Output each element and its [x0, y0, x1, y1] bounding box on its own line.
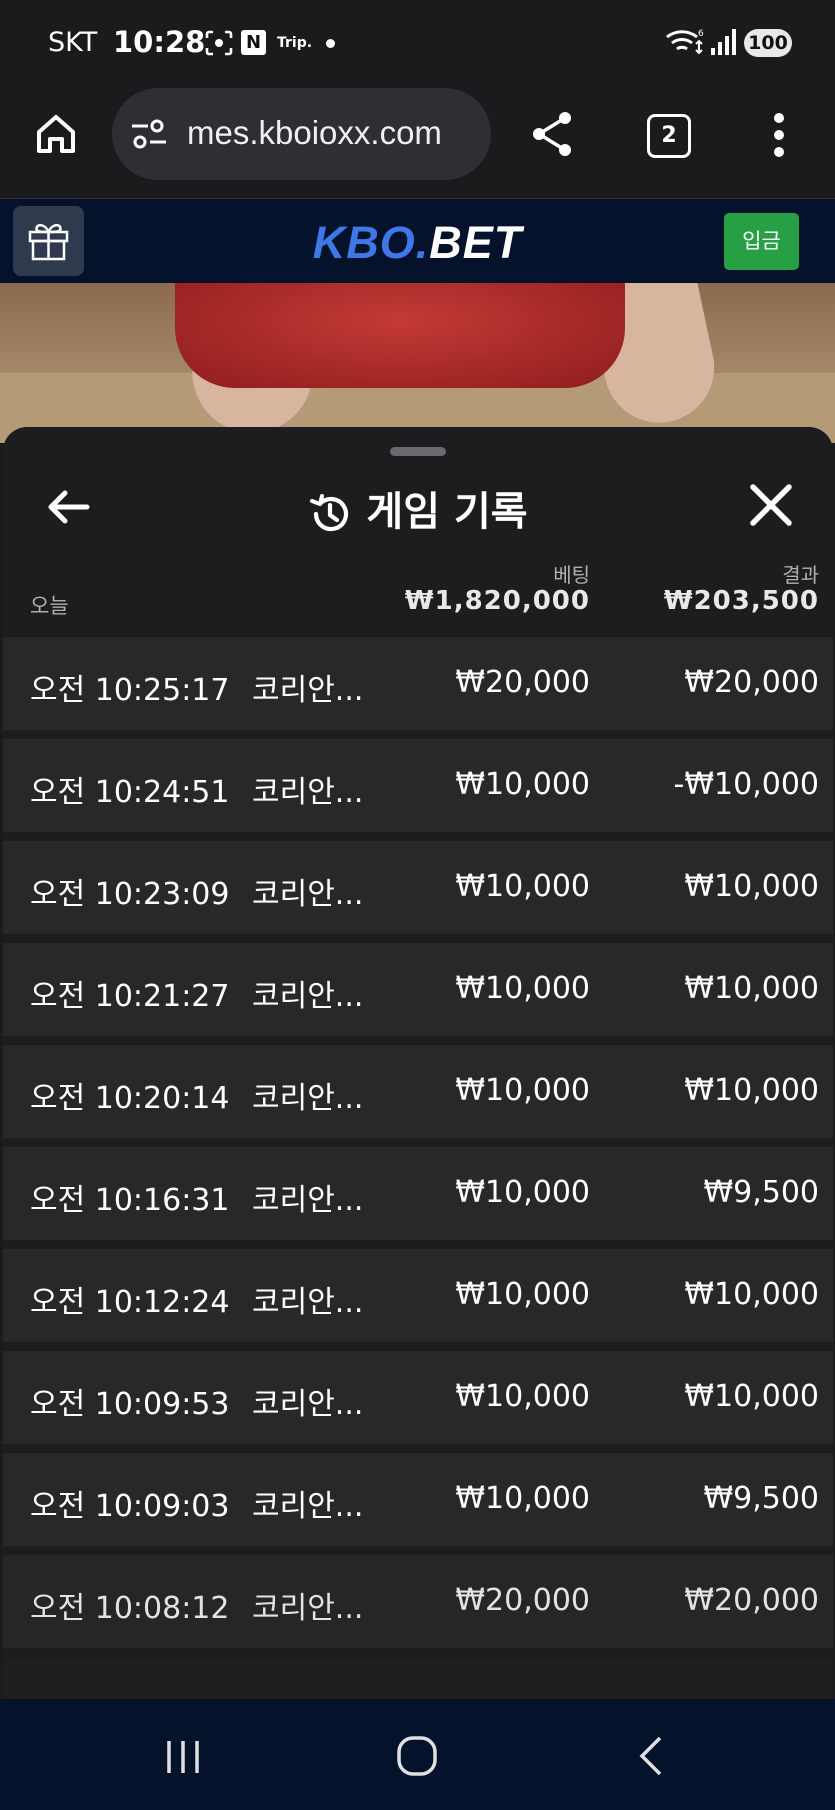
row-result: ₩10,000: [684, 1379, 819, 1414]
row-time: 오전 10:20:14: [30, 1081, 230, 1116]
row-time: 오전 10:23:09: [30, 877, 230, 912]
row-result: ₩10,000: [684, 1277, 819, 1312]
svg-text:6: 6: [698, 29, 704, 39]
row-result: ₩9,500: [703, 1175, 819, 1210]
logo-part-bet: BET: [429, 217, 523, 268]
row-bet: ₩10,000: [455, 971, 590, 1006]
row-bet: ₩10,000: [455, 869, 590, 904]
history-row-partial: [3, 1657, 833, 1699]
game-history-panel: 게임 기록 오늘 베팅 ₩1,820,000 결과 ₩203,500 오전 10…: [3, 427, 833, 1699]
row-bet: ₩10,000: [455, 767, 590, 802]
row-result: ₩20,000: [684, 1583, 819, 1618]
date-group-label: 오늘: [30, 594, 69, 618]
site-logo[interactable]: KBO.BET: [0, 217, 835, 269]
browser-toolbar: mes.kboioxx.com 2: [0, 86, 835, 199]
wifi-icon: 6: [666, 29, 704, 55]
history-row[interactable]: 오전 10:21:27 코리안... ₩10,000 ₩10,000: [3, 943, 833, 1036]
row-bet: ₩20,000: [455, 665, 590, 700]
close-icon[interactable]: [745, 479, 797, 531]
recent-apps-icon[interactable]: [164, 1739, 202, 1775]
row-game: 코리안...: [252, 775, 364, 810]
more-notif-dot-icon: [326, 39, 335, 48]
history-row[interactable]: 오전 10:25:17 코리안... ₩20,000 ₩20,000: [3, 637, 833, 730]
back-nav-icon[interactable]: [636, 1735, 666, 1777]
row-game: 코리안...: [252, 1285, 364, 1320]
history-row[interactable]: 오전 10:16:31 코리안... ₩10,000 ₩9,500: [3, 1147, 833, 1240]
history-row[interactable]: 오전 10:24:51 코리안... ₩10,000 -₩10,000: [3, 739, 833, 832]
history-row[interactable]: 오전 10:09:03 코리안... ₩10,000 ₩9,500: [3, 1453, 833, 1546]
row-game: 코리안...: [252, 1183, 364, 1218]
row-time: 오전 10:08:12: [30, 1591, 230, 1626]
naver-notif-icon: N: [241, 30, 266, 55]
history-row[interactable]: 오전 10:23:09 코리안... ₩10,000 ₩10,000: [3, 841, 833, 934]
row-game: 코리안...: [252, 1081, 364, 1116]
live-video-background: [0, 283, 835, 443]
home-icon[interactable]: [34, 112, 78, 156]
home-nav-icon[interactable]: [396, 1735, 438, 1777]
row-bet: ₩10,000: [455, 1277, 590, 1312]
panel-title: 게임 기록: [3, 479, 833, 537]
row-time: 오전 10:09:03: [30, 1489, 230, 1524]
row-result: -₩10,000: [673, 767, 819, 802]
row-bet: ₩20,000: [455, 1583, 590, 1618]
history-list: 오전 10:25:17 코리안... ₩20,000 ₩20,000 오전 10…: [3, 637, 833, 1699]
row-game: 코리안...: [252, 1387, 364, 1422]
row-bet: ₩10,000: [455, 1379, 590, 1414]
trip-notif-icon: Trip.: [277, 35, 313, 51]
row-result: ₩10,000: [684, 1073, 819, 1108]
carrier-label: SKT: [48, 27, 98, 58]
history-row[interactable]: 오전 10:08:12 코리안... ₩20,000 ₩20,000: [3, 1555, 833, 1648]
history-row[interactable]: 오전 10:20:14 코리안... ₩10,000 ₩10,000: [3, 1045, 833, 1138]
history-row[interactable]: 오전 10:09:53 코리안... ₩10,000 ₩10,000: [3, 1351, 833, 1444]
battery-level: 100: [744, 29, 792, 57]
row-game: 코리안...: [252, 877, 364, 912]
row-bet: ₩10,000: [455, 1073, 590, 1108]
row-result: ₩10,000: [684, 869, 819, 904]
row-time: 오전 10:09:53: [30, 1387, 230, 1422]
clock: 10:28: [113, 25, 206, 59]
screenshot-notif-icon: [205, 30, 233, 56]
row-game: 코리안...: [252, 979, 364, 1014]
history-row[interactable]: 오전 10:12:24 코리안... ₩10,000 ₩10,000: [3, 1249, 833, 1342]
more-vert-icon[interactable]: [770, 112, 788, 158]
row-game: 코리안...: [252, 673, 364, 708]
tab-switcher-button[interactable]: 2: [647, 114, 691, 158]
row-result: ₩9,500: [703, 1481, 819, 1516]
site-settings-icon[interactable]: [130, 118, 168, 150]
panel-title-text: 게임 기록: [366, 489, 528, 535]
bet-total: ₩1,820,000: [404, 586, 590, 616]
drag-handle[interactable]: [390, 447, 446, 456]
row-bet: ₩10,000: [455, 1481, 590, 1516]
result-total: ₩203,500: [663, 586, 819, 616]
row-game: 코리안...: [252, 1489, 364, 1524]
bet-column-header: 베팅: [553, 563, 590, 587]
address-bar[interactable]: mes.kboioxx.com: [112, 88, 491, 180]
row-time: 오전 10:25:17: [30, 673, 230, 708]
row-time: 오전 10:16:31: [30, 1183, 230, 1218]
logo-part-kbo: KBO.: [312, 217, 430, 268]
row-time: 오전 10:12:24: [30, 1285, 230, 1320]
url-text: mes.kboioxx.com: [187, 114, 442, 151]
row-bet: ₩10,000: [455, 1175, 590, 1210]
result-column-header: 결과: [782, 563, 819, 587]
row-game: 코리안...: [252, 1591, 364, 1626]
history-icon: [310, 494, 349, 532]
row-result: ₩20,000: [684, 665, 819, 700]
share-icon[interactable]: [530, 110, 574, 158]
deposit-button[interactable]: 입금: [724, 213, 799, 270]
status-bar: SKT 10:28 N Trip. 6 100: [0, 0, 835, 86]
row-result: ₩10,000: [684, 971, 819, 1006]
row-time: 오전 10:24:51: [30, 775, 230, 810]
row-time: 오전 10:21:27: [30, 979, 230, 1014]
site-header: KBO.BET 입금: [0, 199, 835, 283]
signal-icon: [711, 29, 736, 55]
system-nav-bar: [0, 1699, 835, 1810]
